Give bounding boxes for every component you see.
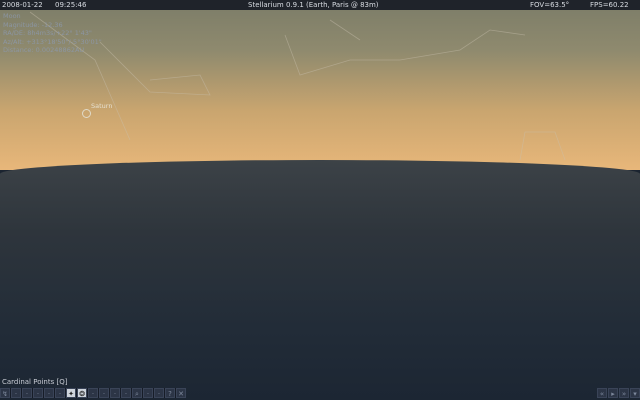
cardinal-points-button[interactable]: ✦ [66, 388, 76, 398]
nebulae-button[interactable]: · [88, 388, 98, 398]
atmosphere-button[interactable]: ❂ [77, 388, 87, 398]
help-button[interactable]: ? [165, 388, 175, 398]
top-status-bar: 2008-01-22 09:25:46 Stellarium 0.9.1 (Ea… [0, 0, 640, 10]
ground-icon: · [58, 390, 62, 398]
constellation-lines-icon: ↯ [2, 390, 8, 398]
mount-icon: · [113, 390, 117, 398]
planet-labels-button[interactable]: · [99, 388, 109, 398]
help-icon: ? [168, 390, 172, 398]
fps: FPS=60.22 [590, 1, 629, 9]
azimuthal-grid-button[interactable]: · [44, 388, 54, 398]
main-toolbar: ↯ · · · · · ✦ ❂ · · · · ⌕ · ·? ✕ [0, 388, 186, 398]
ocean-landscape [0, 160, 640, 400]
ground-button[interactable]: · [55, 388, 65, 398]
rewind-icon: « [599, 390, 605, 398]
magnitude: Magnitude: -12.36 [3, 20, 63, 29]
time: 09:25:46 [55, 1, 87, 9]
now-icon: ▾ [633, 390, 637, 398]
nebulae-icon: · [91, 390, 95, 398]
play-icon: ▸ [611, 390, 615, 398]
fov: FOV=63.5° [530, 1, 570, 9]
night-mode-icon: · [157, 390, 161, 398]
button-tooltip: Cardinal Points [Q] [2, 378, 68, 386]
atmosphere-icon: ❂ [79, 390, 85, 398]
date: 2008-01-22 [2, 1, 43, 9]
fast-forward-button[interactable]: » [619, 388, 629, 398]
rewind-button[interactable]: « [597, 388, 607, 398]
az-alt: Az/Alt: +313°18'50"/-5°30'01" [3, 37, 102, 46]
play-button[interactable]: ▸ [608, 388, 618, 398]
mount-button[interactable]: · [110, 388, 120, 398]
constellation-labels-button[interactable]: · [22, 388, 32, 398]
window-title: Stellarium 0.9.1 (Earth, Paris @ 83m) [248, 1, 379, 9]
night-mode-button[interactable]: · [154, 388, 164, 398]
goto-button[interactable]: · [121, 388, 131, 398]
fast-forward-icon: » [621, 390, 627, 398]
config-button[interactable]: · [143, 388, 153, 398]
constellation-art-icon: · [14, 390, 18, 398]
equatorial-grid-button[interactable]: · [33, 388, 43, 398]
object-info: Moon Magnitude: -12.36 RA/DE: 8h4m3s/+22… [3, 12, 102, 55]
cardinal-points-icon: ✦ [68, 390, 74, 398]
config-icon: · [146, 390, 150, 398]
saturn-marker[interactable] [82, 109, 91, 118]
goto-icon: · [124, 390, 128, 398]
constellation-lines-button[interactable]: ↯ [0, 388, 10, 398]
distance: Distance: 0.00248862AU [3, 46, 85, 54]
constellation-labels-icon: · [25, 390, 29, 398]
now-button[interactable]: ▾ [630, 388, 640, 398]
planet-label-saturn[interactable]: Saturn [91, 102, 112, 110]
search-button[interactable]: ⌕ [132, 388, 142, 398]
quit-button[interactable]: ✕ [176, 388, 186, 398]
object-name: Moon [3, 12, 21, 20]
quit-icon: ✕ [178, 390, 184, 398]
time-toolbar: « ▸ » ▾ [597, 388, 640, 398]
constellation-art-button[interactable]: · [11, 388, 21, 398]
equatorial-grid-icon: · [36, 390, 40, 398]
azimuthal-grid-icon: · [47, 390, 51, 398]
ra-dec: RA/DE: 8h4m3s/+22° 1'43" [3, 29, 92, 37]
search-icon: ⌕ [135, 390, 139, 398]
planet-labels-icon: · [102, 390, 106, 398]
